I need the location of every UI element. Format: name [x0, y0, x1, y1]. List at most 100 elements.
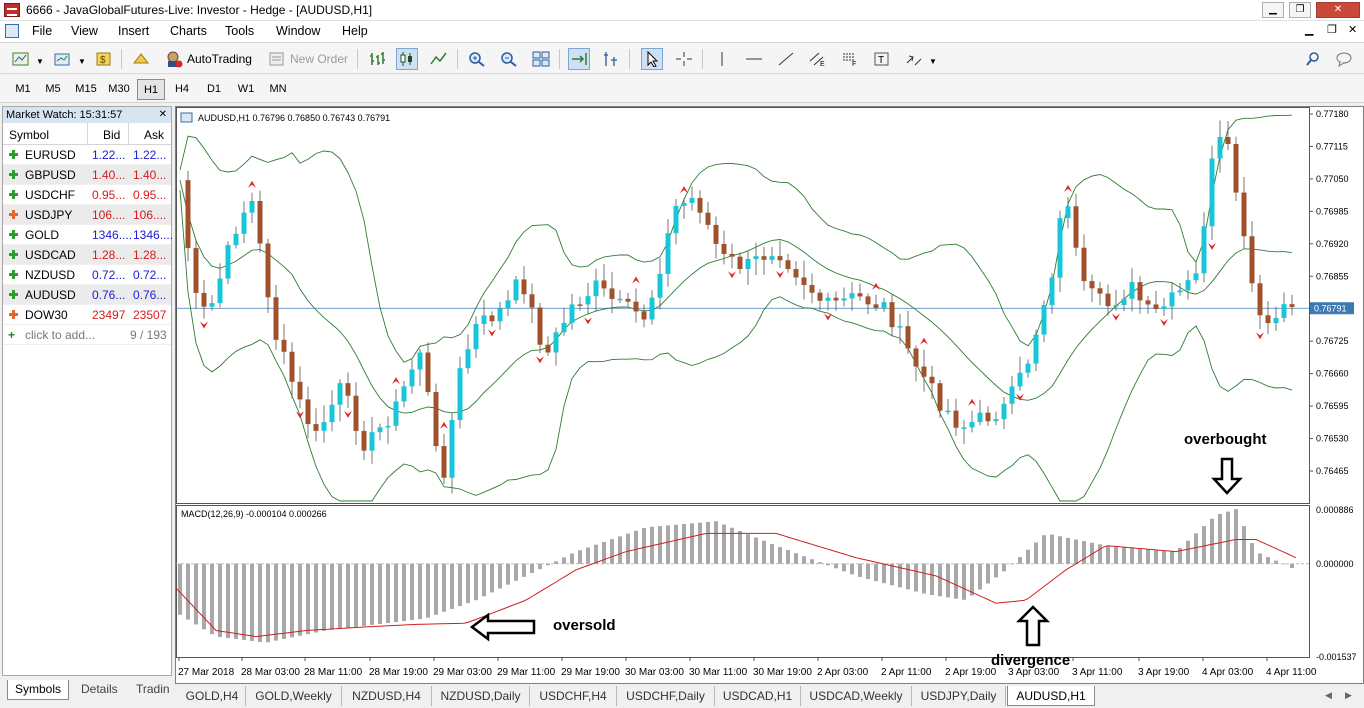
search-icon[interactable] — [1302, 48, 1324, 70]
chevron-down-icon[interactable]: ▼ — [36, 57, 44, 66]
chart-tab-gold-weekly[interactable]: GOLD,Weekly — [246, 686, 342, 706]
chart-shift-icon[interactable] — [600, 48, 622, 70]
market-watch-row[interactable]: GOLD 1346.... 1346.... — [3, 225, 173, 245]
new-chart-icon[interactable] — [10, 48, 32, 70]
menu-help[interactable]: Help — [342, 24, 368, 38]
chart-tab-nzdusd-daily[interactable]: NZDUSD,Daily — [432, 686, 530, 706]
market-watch-row[interactable]: USDJPY 106.... 106.... — [3, 205, 171, 225]
candle-body — [513, 279, 519, 301]
timeframe-d1[interactable]: D1 — [200, 79, 228, 100]
candle-body — [1153, 304, 1159, 310]
child-close-icon[interactable]: ✕ — [1348, 23, 1357, 36]
market-watch-row[interactable]: USDCHF 0.95... 0.95... — [3, 185, 171, 205]
auto-scroll-icon[interactable] — [568, 48, 590, 70]
chart-tab-usdchf-h4[interactable]: USDCHF,H4 — [530, 686, 617, 706]
line-chart-icon[interactable] — [428, 48, 450, 70]
horizontal-line-icon[interactable] — [743, 48, 765, 70]
tab-symbols[interactable]: Symbols — [7, 680, 69, 700]
market-watch-row[interactable]: EURUSD 1.22... 1.22... — [3, 145, 171, 165]
tab-trading[interactable]: Tradin — [136, 682, 170, 696]
candle-body — [921, 366, 927, 377]
macd-histogram-bar — [1194, 533, 1198, 564]
zoom-out-icon[interactable] — [498, 48, 520, 70]
child-restore-icon[interactable]: ❐ — [1327, 23, 1337, 36]
chart-tab-gold-h4[interactable]: GOLD,H4 — [179, 686, 246, 706]
candle-body — [433, 392, 439, 447]
timeframe-m5[interactable]: M5 — [39, 79, 67, 100]
profiles-icon[interactable] — [52, 48, 74, 70]
timeframe-m15[interactable]: M15 — [71, 79, 101, 100]
timeframe-mn[interactable]: MN — [264, 79, 292, 100]
add-symbol-row[interactable]: + click to add... 9 / 193 — [3, 325, 171, 345]
column-bid[interactable]: Bid — [103, 128, 120, 142]
timeframe-h1[interactable]: H1 — [137, 79, 165, 100]
chart-tab-audusd-h1[interactable]: AUDUSD,H1 — [1007, 686, 1095, 706]
menu-file[interactable]: File — [32, 24, 52, 38]
tab-details[interactable]: Details — [81, 682, 118, 696]
macd-histogram-bar — [1202, 526, 1206, 564]
child-minimize-icon[interactable]: ▁ — [1305, 23, 1313, 36]
market-watch-row[interactable]: AUDUSD 0.76... 0.76... — [3, 285, 171, 305]
market-watch-row[interactable]: GBPUSD 1.40... 1.40... — [3, 165, 171, 185]
candlestick-chart-icon[interactable] — [396, 48, 418, 70]
market-watch-row[interactable]: USDCAD 1.28... 1.28... — [3, 245, 171, 265]
candle-body — [761, 256, 767, 260]
chevron-down-icon[interactable]: ▼ — [78, 57, 86, 66]
chart-tab-usdchf-daily[interactable]: USDCHF,Daily — [617, 686, 715, 706]
timeframe-h4[interactable]: H4 — [168, 79, 196, 100]
symbol-ask: 0.76... — [133, 288, 167, 302]
autotrading-button[interactable]: AutoTrading — [187, 52, 252, 66]
chart-window[interactable]: AUDUSD,H1 0.76796 0.76850 0.76743 0.7679… — [175, 106, 1364, 684]
crosshair-icon[interactable] — [673, 48, 695, 70]
scroll-right-icon[interactable]: ▶ — [1345, 690, 1352, 701]
zoom-in-icon[interactable] — [466, 48, 488, 70]
new-order-icon[interactable] — [266, 48, 288, 70]
timeframe-m30[interactable]: M30 — [104, 79, 134, 100]
chart-tab-nzdusd-h4[interactable]: NZDUSD,H4 — [342, 686, 432, 706]
navigator-icon[interactable] — [130, 48, 152, 70]
chart-tab-usdcad-h1[interactable]: USDCAD,H1 — [715, 686, 801, 706]
macd-histogram-bar — [322, 563, 326, 631]
symbol-name: EURUSD — [25, 148, 76, 162]
new-order-button[interactable]: New Order — [290, 52, 348, 66]
trendline-icon[interactable] — [775, 48, 797, 70]
vertical-line-icon[interactable] — [711, 48, 733, 70]
equidistant-channel-icon[interactable]: E — [807, 48, 829, 70]
market-watch-icon[interactable]: $ — [93, 48, 115, 70]
candle-body — [201, 292, 207, 307]
market-watch-row[interactable]: NZDUSD 0.72... 0.72... — [3, 265, 171, 285]
chart-tab-usdjpy-daily[interactable]: USDJPY,Daily — [912, 686, 1006, 706]
menu-insert[interactable]: Insert — [118, 24, 149, 38]
fibonacci-icon[interactable]: F — [839, 48, 861, 70]
child-window-icon[interactable] — [5, 24, 19, 38]
chart-canvas[interactable]: AUDUSD,H1 0.76796 0.76850 0.76743 0.7679… — [175, 107, 1363, 683]
minimize-button[interactable]: ▁ — [1262, 2, 1284, 18]
text-label-icon[interactable]: T — [871, 48, 893, 70]
bar-chart-icon[interactable] — [366, 48, 388, 70]
candle-body — [1129, 282, 1135, 299]
column-symbol[interactable]: Symbol — [9, 128, 49, 142]
candle-body — [945, 410, 951, 413]
close-icon[interactable]: ✕ — [159, 107, 167, 123]
arrows-icon[interactable] — [903, 48, 925, 70]
chevron-down-icon[interactable]: ▼ — [929, 57, 937, 66]
chat-icon[interactable] — [1334, 48, 1356, 70]
scroll-left-icon[interactable]: ◀ — [1325, 690, 1332, 701]
autotrading-icon[interactable] — [162, 48, 186, 70]
timeframe-w1[interactable]: W1 — [232, 79, 260, 100]
menu-view[interactable]: View — [71, 24, 98, 38]
timeframe-m1[interactable]: M1 — [9, 79, 37, 100]
plus-icon: + — [8, 328, 16, 342]
close-window-button[interactable]: ✕ — [1316, 2, 1360, 18]
menu-tools[interactable]: Tools — [225, 24, 254, 38]
chart-header: AUDUSD,H1 0.76796 0.76850 0.76743 0.7679… — [198, 113, 390, 123]
menu-charts[interactable]: Charts — [170, 24, 207, 38]
cursor-icon[interactable] — [641, 48, 663, 70]
menu-window[interactable]: Window — [276, 24, 320, 38]
macd-histogram-bar — [466, 563, 470, 604]
chart-tab-usdcad-weekly[interactable]: USDCAD,Weekly — [801, 686, 912, 706]
market-watch-row[interactable]: DOW30 23497 23507 — [3, 305, 171, 325]
tile-windows-icon[interactable] — [530, 48, 552, 70]
restore-button[interactable]: ❐ — [1289, 2, 1311, 18]
column-ask[interactable]: Ask — [144, 128, 164, 142]
